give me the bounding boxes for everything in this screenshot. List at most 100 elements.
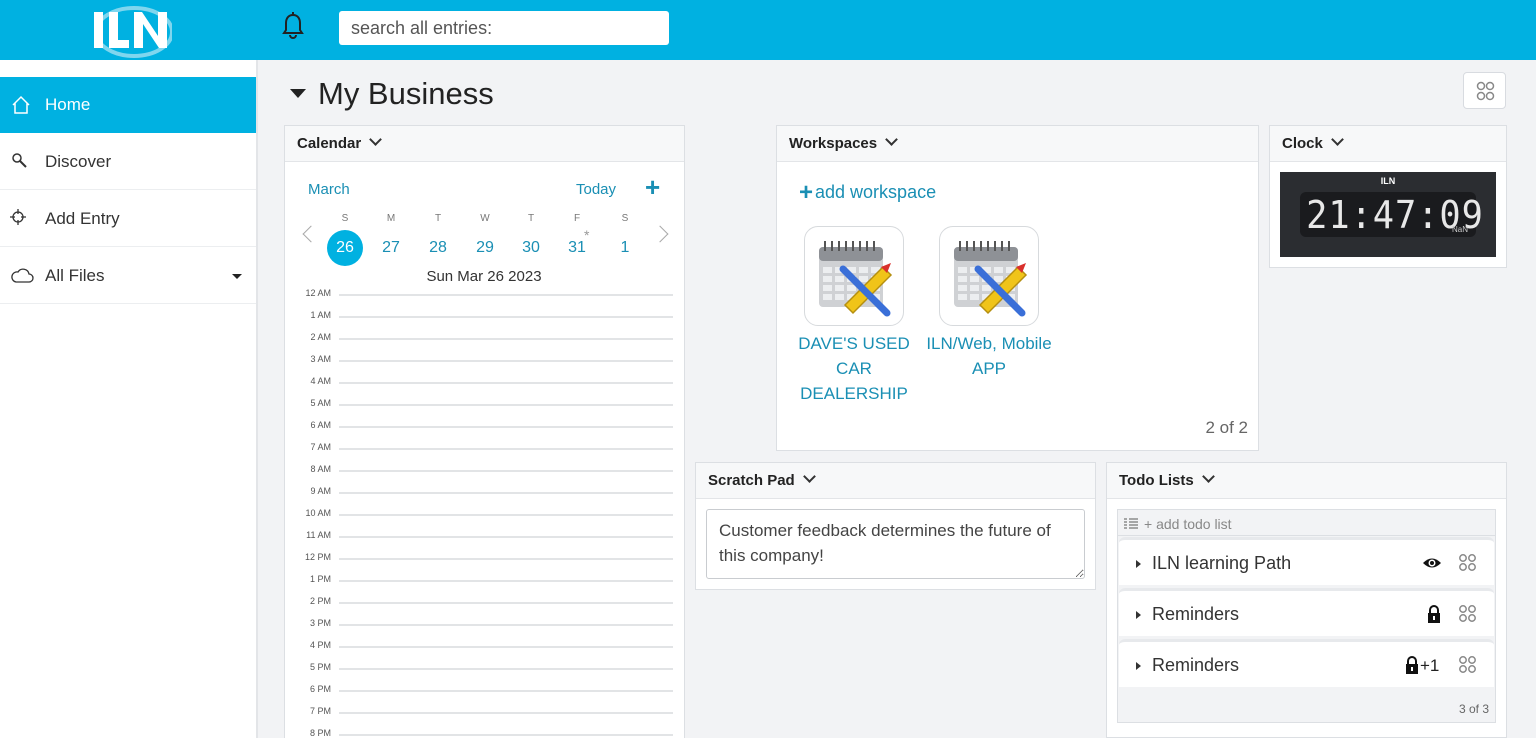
- cloud-icon: [10, 266, 34, 286]
- hour-slot[interactable]: 8 PM: [285, 728, 683, 738]
- hour-slot[interactable]: 4 PM: [285, 640, 683, 662]
- hour-label: 4 AM: [310, 376, 331, 386]
- calendar-day[interactable]: 30: [513, 230, 549, 266]
- hour-line: [339, 316, 673, 318]
- page-title: My Business: [318, 76, 494, 111]
- chevron-down-icon[interactable]: [369, 133, 383, 146]
- hour-slot[interactable]: 5 AM: [285, 398, 683, 420]
- sidebar-item-add-entry[interactable]: Add Entry: [0, 191, 256, 247]
- calendar-panel-header[interactable]: Calendar: [285, 126, 684, 162]
- clock-time: 21:47:09: [1306, 193, 1484, 237]
- todo-list-item[interactable]: Reminders: [1119, 588, 1494, 636]
- collapse-caret-icon[interactable]: [290, 89, 306, 98]
- hour-slot[interactable]: 10 AM: [285, 508, 683, 530]
- hour-label: 7 PM: [309, 706, 331, 716]
- hour-slot[interactable]: 1 AM: [285, 310, 683, 332]
- calendar-day[interactable]: 28: [420, 230, 456, 266]
- hour-slot[interactable]: 12 PM: [285, 552, 683, 574]
- hour-slot[interactable]: 4 AM: [285, 376, 683, 398]
- layout-grid-button[interactable]: [1463, 72, 1506, 109]
- todo-lists-panel-header[interactable]: Todo Lists: [1107, 463, 1506, 499]
- hour-label: 8 AM: [310, 464, 331, 474]
- hour-slot[interactable]: 7 AM: [285, 442, 683, 464]
- chevron-down-icon[interactable]: [885, 133, 898, 146]
- expand-caret-icon[interactable]: [1136, 611, 1141, 619]
- scratch-pad-panel-header[interactable]: Scratch Pad: [696, 463, 1095, 499]
- calendar-selected-date: Sun Mar 26 2023: [426, 268, 542, 285]
- hour-line: [339, 624, 673, 626]
- hour-slot[interactable]: 2 AM: [285, 332, 683, 354]
- hour-slot[interactable]: 7 PM: [285, 706, 683, 728]
- workspaces-panel-header[interactable]: Workspaces: [777, 126, 1258, 162]
- sidebar: Home Discover Add Entry All Files: [0, 60, 258, 738]
- calendar-day-name: T: [527, 213, 535, 224]
- calendar-today-link[interactable]: Today: [576, 181, 616, 198]
- sidebar-item-label: Add Entry: [45, 209, 120, 228]
- top-bar: [0, 0, 1536, 60]
- drag-handle-icon[interactable]: [1458, 604, 1478, 624]
- sidebar-item-all-files[interactable]: All Files: [0, 248, 256, 304]
- calendar-day[interactable]: 26: [327, 230, 363, 266]
- expand-caret-icon[interactable]: [1136, 662, 1141, 670]
- todo-list-item[interactable]: ILN learning Path: [1119, 537, 1494, 585]
- workspace-card[interactable]: DAVE'S USED CAR DEALERSHIP: [798, 226, 910, 406]
- hour-slot[interactable]: 1 PM: [285, 574, 683, 596]
- drag-handle-icon[interactable]: [1458, 655, 1478, 675]
- hour-slot[interactable]: 2 PM: [285, 596, 683, 618]
- hour-label: 7 AM: [310, 442, 331, 452]
- calendar-day[interactable]: 1: [607, 230, 643, 266]
- sidebar-item-label: Discover: [45, 152, 112, 171]
- panel-title: Clock: [1282, 135, 1323, 152]
- hour-line: [339, 294, 673, 296]
- calendar-month-link[interactable]: March: [308, 181, 350, 198]
- hour-slot[interactable]: 8 AM: [285, 464, 683, 486]
- add-workspace-button[interactable]: + add workspace: [799, 179, 936, 207]
- calendar-panel: Calendar March Today + S M T W T F S 26 27 28 29 30…: [284, 125, 685, 738]
- hour-slot[interactable]: 5 PM: [285, 662, 683, 684]
- chevron-down-icon[interactable]: [802, 470, 816, 483]
- clock-panel-header[interactable]: Clock: [1270, 126, 1506, 162]
- hour-label: 12 AM: [305, 288, 331, 298]
- hour-line: [339, 470, 673, 472]
- dropdown-caret-icon[interactable]: [232, 274, 242, 279]
- workspace-name[interactable]: DAVE'S USED CAR DEALERSHIP: [789, 331, 919, 406]
- notification-bell-icon[interactable]: [282, 12, 304, 40]
- hour-line: [339, 668, 673, 670]
- sidebar-item-home[interactable]: Home: [0, 77, 256, 133]
- workspace-count: 2 of 2: [1205, 418, 1248, 437]
- hour-slot[interactable]: 3 AM: [285, 354, 683, 376]
- eye-icon[interactable]: [1422, 554, 1442, 572]
- chevron-down-icon[interactable]: [1201, 470, 1215, 483]
- hour-label: 5 AM: [310, 398, 331, 408]
- hour-slot[interactable]: 9 AM: [285, 486, 683, 508]
- iln-logo[interactable]: [92, 2, 174, 58]
- calendar-next-week-icon[interactable]: [651, 225, 669, 243]
- calendar-add-button[interactable]: +: [645, 174, 660, 200]
- hour-slot[interactable]: 12 AM: [285, 288, 683, 310]
- search-input[interactable]: [339, 11, 669, 45]
- lock-icon[interactable]: [1426, 605, 1446, 623]
- grid-icon: [1476, 81, 1495, 101]
- calendar-day[interactable]: 31: [559, 230, 595, 266]
- calendar-day[interactable]: 29: [467, 230, 503, 266]
- hour-slot[interactable]: 6 AM: [285, 420, 683, 442]
- hour-slot[interactable]: 6 PM: [285, 684, 683, 706]
- calendar-day[interactable]: 27: [373, 230, 409, 266]
- calendar-day-name: T: [434, 213, 442, 224]
- chevron-down-icon[interactable]: [1330, 133, 1344, 146]
- hour-slot[interactable]: 3 PM: [285, 618, 683, 640]
- calendar-day-name: W: [480, 213, 490, 224]
- scratch-pad-textarea[interactable]: Customer feedback determines the future …: [706, 509, 1085, 579]
- hour-slot[interactable]: 11 AM: [285, 530, 683, 552]
- todo-list-item[interactable]: Reminders +1: [1119, 639, 1494, 687]
- drag-handle-icon[interactable]: [1458, 553, 1478, 573]
- workspace-card[interactable]: ILN/Web, Mobile APP: [926, 226, 1052, 381]
- workspace-name[interactable]: ILN/Web, Mobile APP: [924, 331, 1054, 381]
- calendar-prev-week-icon[interactable]: [302, 225, 320, 243]
- todo-list: ILN learning Path Reminders Reminders +1…: [1117, 535, 1496, 723]
- expand-caret-icon[interactable]: [1136, 560, 1141, 568]
- hour-label: 10 AM: [305, 508, 331, 518]
- panel-title: Calendar: [297, 135, 362, 152]
- add-todo-list-button[interactable]: + add todo list: [1117, 509, 1496, 535]
- sidebar-item-discover[interactable]: Discover: [0, 134, 256, 190]
